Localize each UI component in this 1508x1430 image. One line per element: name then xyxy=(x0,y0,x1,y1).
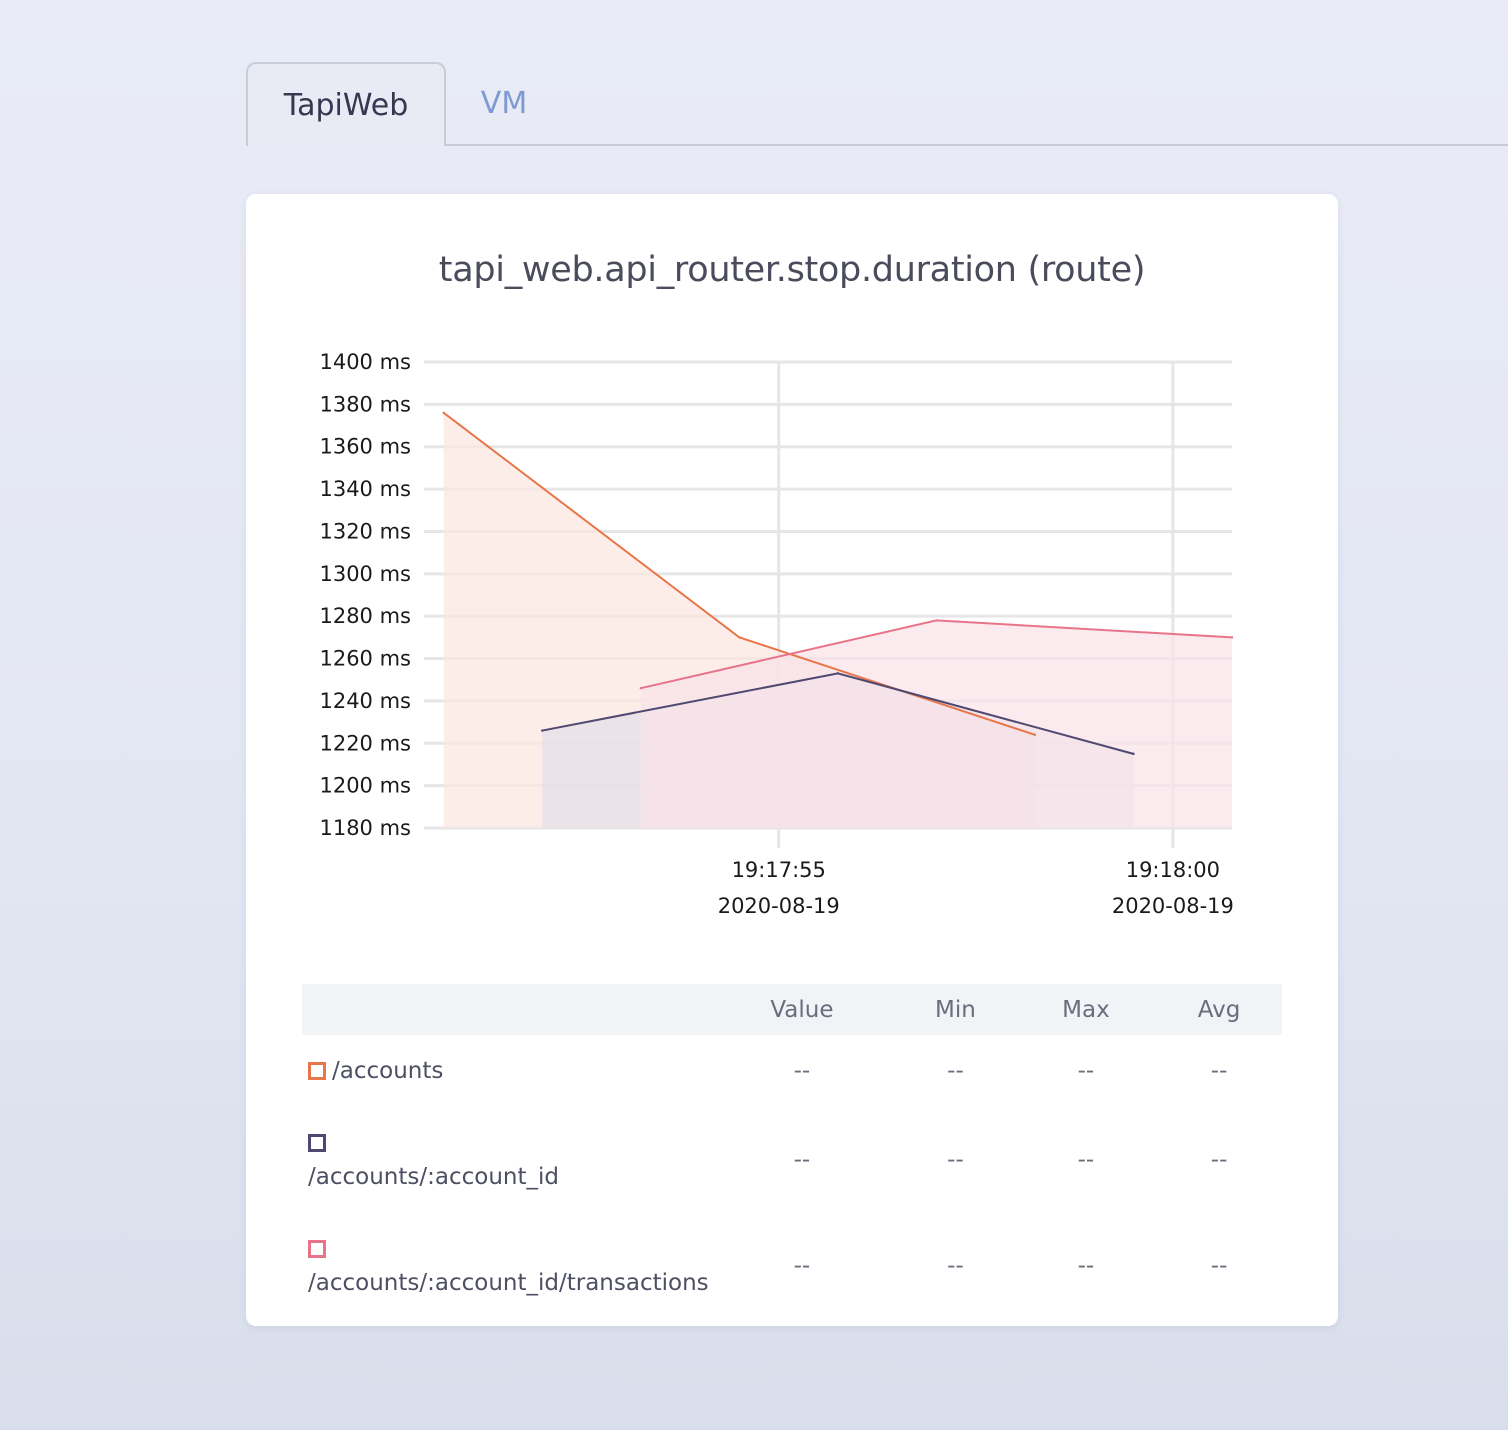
y-tick-label: 1340 ms xyxy=(319,477,411,501)
legend-header-max: Max xyxy=(1062,996,1110,1023)
legend-series-name[interactable]: /accounts xyxy=(302,1035,709,1107)
data-point xyxy=(1033,733,1037,736)
table-row[interactable]: /accounts/:account_id -- -- -- -- xyxy=(302,1107,1282,1213)
y-tick-label: 1220 ms xyxy=(319,731,411,755)
tab-vm[interactable]: VM xyxy=(458,62,550,146)
legend-max: -- xyxy=(1077,1253,1095,1279)
data-point xyxy=(639,687,642,690)
legend-avg: -- xyxy=(1210,1147,1228,1173)
series-areas xyxy=(443,412,1232,828)
legend-min: -- xyxy=(947,1058,964,1084)
chart-card: tapi_web.api_router.stop.duration (route… xyxy=(246,194,1338,1326)
legend-value: -- xyxy=(793,1253,811,1279)
y-tick-label: 1200 ms xyxy=(319,774,411,798)
legend-series-name[interactable]: /accounts/:account_id/transactions xyxy=(302,1213,709,1319)
series-swatch-icon[interactable] xyxy=(308,1134,326,1152)
y-tick-label: 1280 ms xyxy=(319,604,411,628)
legend-series-label: /accounts/:account_id xyxy=(308,1164,559,1190)
data-point xyxy=(442,411,445,415)
legend-header-avg: Avg xyxy=(1197,996,1241,1023)
series-swatch-icon[interactable] xyxy=(308,1240,326,1258)
x-tick-time: 19:17:55 xyxy=(732,858,826,882)
legend-value: -- xyxy=(793,1058,811,1084)
legend-header-row: Value Min Max Avg xyxy=(302,984,1282,1035)
x-tick-date: 2020-08-19 xyxy=(1112,894,1234,918)
legend-header-value: Value xyxy=(770,996,834,1023)
line-chart: 1400 ms 1380 ms 1360 ms 1340 ms 1320 ms 1300 … xyxy=(319,350,1234,918)
legend-avg: -- xyxy=(1210,1253,1228,1279)
data-point xyxy=(836,672,840,675)
y-tick-label: 1360 ms xyxy=(319,435,411,459)
legend-max: -- xyxy=(1077,1147,1095,1173)
legend-header-name xyxy=(302,984,709,1035)
legend-value: -- xyxy=(793,1147,811,1173)
y-tick-label: 1260 ms xyxy=(319,647,411,671)
y-tick-label: 1380 ms xyxy=(319,392,411,416)
y-tick-label: 1180 ms xyxy=(319,816,411,840)
legend-series-label: /accounts/:account_id/transactions xyxy=(308,1270,709,1296)
legend-header-min: Min xyxy=(935,996,976,1023)
table-row[interactable]: /accounts/:account_id/transactions -- --… xyxy=(302,1213,1282,1319)
tab-tapiweb[interactable]: TapiWeb xyxy=(246,62,446,146)
x-tick-date: 2020-08-19 xyxy=(718,894,840,918)
data-point xyxy=(1230,636,1234,639)
data-point xyxy=(935,619,938,622)
data-point xyxy=(1132,752,1135,756)
tab-bar: TapiWeb VM xyxy=(246,62,1508,146)
series-swatch-icon[interactable] xyxy=(308,1062,326,1080)
table-row[interactable]: /accounts -- -- -- -- xyxy=(302,1035,1282,1107)
legend-min: -- xyxy=(947,1253,964,1279)
y-tick-label: 1300 ms xyxy=(319,562,411,586)
y-tick-label: 1320 ms xyxy=(319,519,411,543)
y-tick-label: 1400 ms xyxy=(319,350,411,374)
data-point xyxy=(738,636,741,639)
x-tick-time: 19:18:00 xyxy=(1126,858,1220,882)
legend-min: -- xyxy=(947,1147,964,1173)
legend-avg: -- xyxy=(1210,1058,1228,1084)
legend-max: -- xyxy=(1077,1058,1095,1084)
legend-table: Value Min Max Avg /accounts -- -- -- -- … xyxy=(302,984,1282,1319)
legend-series-name[interactable]: /accounts/:account_id xyxy=(302,1107,709,1213)
data-point xyxy=(541,729,544,732)
legend-series-label: /accounts xyxy=(332,1058,444,1084)
y-tick-label: 1240 ms xyxy=(319,689,411,713)
